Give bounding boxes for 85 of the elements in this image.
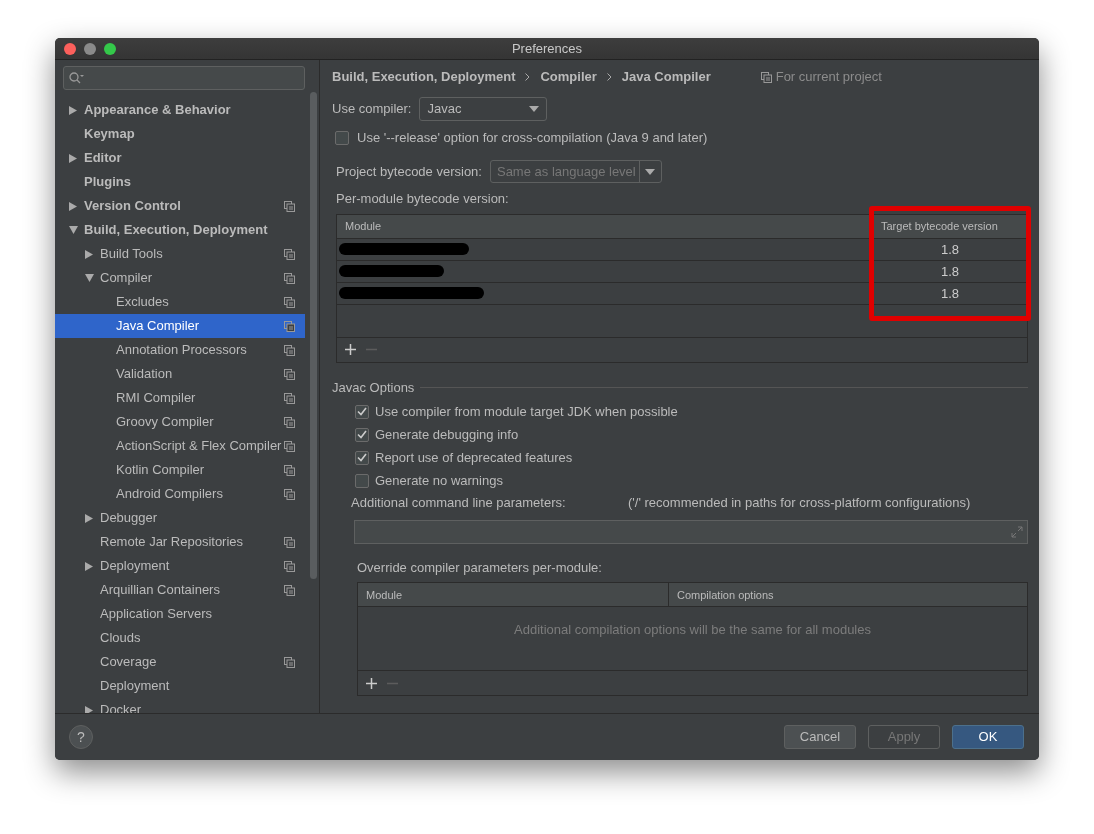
breadcrumb-item: Build, Execution, Deployment [332,68,516,87]
tree-item[interactable]: Groovy Compiler [55,410,306,434]
search-field[interactable] [63,66,306,90]
field-label: Additional command line parameters: [351,494,567,512]
tree-item[interactable]: Build Tools [55,242,306,266]
expand-arrow-icon[interactable] [85,513,93,523]
section-label: Per-module bytecode version: [336,190,509,208]
chevron-icon [525,73,531,81]
add-icon[interactable] [345,344,356,355]
checkbox-label: Generate no warnings [375,471,503,490]
tree-item[interactable]: Deployment [55,674,306,698]
help-button[interactable]: ? [69,725,93,749]
checkbox[interactable] [355,450,369,465]
tree-item[interactable]: Kotlin Compiler [55,458,306,482]
checkbox[interactable] [355,473,369,488]
tree-item[interactable]: Keymap [55,122,306,146]
close-button[interactable] [64,43,76,55]
minimize-button[interactable] [84,43,96,55]
tree-item[interactable]: Editor [55,146,306,170]
check-icon [357,430,367,439]
tree-item[interactable]: Arquillian Containers [55,578,306,602]
checkbox-label: Use compiler from module target JDK when possible [375,402,678,421]
expand-arrow-icon[interactable] [69,105,77,115]
dialog-button[interactable]: OK [952,725,1024,749]
tree-item[interactable]: Version Control [55,194,306,218]
tree-item[interactable]: Compiler [55,266,306,290]
field-label: Project bytecode version: [336,162,482,181]
breadcrumb-item: Java Compiler [621,68,711,87]
tree-item[interactable]: Appearance & Behavior [55,98,306,122]
expand-arrow-icon[interactable] [69,153,77,163]
table-cell: 1.8 [872,282,1027,304]
tree-item[interactable]: Android Compilers [55,482,306,506]
add-icon[interactable] [366,677,377,689]
maximize-button[interactable] [104,43,116,55]
caret-icon [529,106,540,112]
breadcrumb-item: Compiler [540,68,597,87]
hint-text: ('/' recommended in paths for cross-platform configurations) [628,494,971,512]
column-header[interactable]: Compilation options [668,582,1027,607]
tree-item[interactable]: RMI Compiler [55,386,306,410]
check-icon [357,453,367,462]
caret-icon [645,168,656,175]
column-header[interactable]: Module [337,217,872,235]
table-cell: 1.8 [872,260,1027,282]
collapse-arrow-icon[interactable] [84,274,94,282]
tree-item[interactable]: Excludes [55,290,306,314]
tree-item[interactable]: Validation [55,362,306,386]
collapse-arrow-icon[interactable] [68,226,78,234]
dialog-button[interactable]: Cancel [784,725,856,749]
scope-note: For current project [775,68,882,87]
scrollbar[interactable] [310,92,318,579]
expand-arrow-icon[interactable] [85,249,93,259]
tree-item[interactable]: ActionScript & Flex Compiler [55,434,306,458]
tree-item[interactable]: Java Compiler [55,314,306,338]
tree-item[interactable]: Coverage [55,650,306,674]
tree-item[interactable]: Deployment [55,554,306,578]
window-title: Preferences [511,39,583,58]
expand-icon [1011,525,1023,538]
input-field[interactable] [354,519,1028,544]
column-header[interactable]: Target bytecode version [872,214,1027,238]
expand-arrow-icon[interactable] [85,561,93,571]
checkbox-label: Report use of deprecated features [375,448,573,467]
tree-item[interactable]: Annotation Processors [55,338,306,362]
search-icon [69,72,85,84]
compiler-dropdown[interactable]: Javac [419,97,548,121]
checkbox-label: Generate debugging info [375,425,519,444]
empty-state-text: Additional compilation options will be the same for all modules [514,621,871,639]
chevron-icon [606,73,612,81]
tree-item[interactable]: Plugins [55,170,306,194]
expand-arrow-icon[interactable] [69,201,77,211]
field-label: Use compiler: [332,100,412,119]
tree-item[interactable]: Application Servers [55,602,306,626]
checkbox[interactable] [335,131,349,145]
checkbox[interactable] [355,404,369,419]
checkbox-label: Use '--release' option for cross-compilation (Java 9 and later) [357,129,708,148]
expand-arrow-icon[interactable] [85,705,93,713]
checkbox[interactable] [355,427,369,442]
column-header[interactable]: Module [358,582,668,607]
tree-item[interactable]: Build, Execution, Deployment [55,218,306,242]
section-title: Javac Options [332,378,415,397]
tree-item[interactable]: Clouds [55,626,306,650]
copy-icon [760,71,772,83]
section-label: Override compiler parameters per-module: [357,558,602,577]
tree-item[interactable]: Remote Jar Repositories [55,530,306,554]
tree-item[interactable]: Debugger [55,506,306,530]
check-icon [357,407,367,416]
